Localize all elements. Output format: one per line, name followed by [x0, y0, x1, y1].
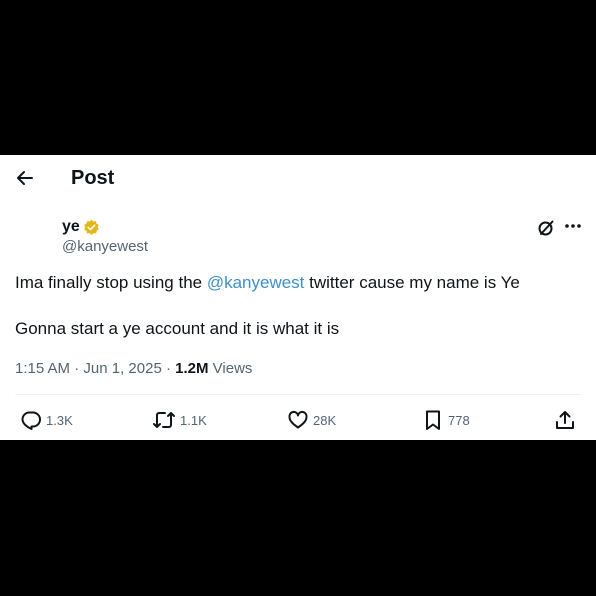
like-count: 28K	[313, 412, 337, 428]
back-arrow-icon	[17, 171, 33, 185]
reply-count: 1.3K	[46, 412, 73, 428]
post-date[interactable]: Jun 1, 2025	[83, 360, 161, 377]
action-bar: 1.3K 1.1K 28K 778	[0, 405, 596, 435]
repost-icon	[153, 412, 175, 428]
post-time[interactable]: 1:15 AM	[15, 360, 70, 377]
author-block[interactable]: ye @kanyewest	[62, 217, 148, 257]
tweet-text-after-mention: twitter cause my name is Ye	[304, 273, 520, 292]
bookmark-icon	[426, 410, 440, 430]
more-icon	[565, 224, 581, 228]
share-button[interactable]	[554, 405, 576, 435]
like-icon	[288, 411, 308, 429]
back-button[interactable]	[12, 165, 38, 191]
tweet-text-before-mention: Ima finally stop using the	[15, 273, 207, 292]
meta-separator-2: ·	[161, 360, 176, 377]
mention-link[interactable]: @kanyewest	[207, 273, 305, 292]
divider	[15, 394, 581, 395]
repost-count: 1.1K	[180, 412, 207, 428]
more-options-button[interactable]	[562, 217, 584, 239]
views-count[interactable]: 1.2M	[175, 360, 208, 377]
author-display-name[interactable]: ye	[62, 217, 80, 237]
tweet-meta: 1:15 AM · Jun 1, 2025 · 1.2M Views	[15, 359, 252, 379]
tweet-line-2: Gonna start a ye account and it is what …	[15, 319, 340, 338]
reply-button[interactable]: 1.3K	[20, 405, 73, 435]
post-card: Post ye @kanyewest Ima finally stop usin	[0, 155, 596, 440]
tweet-line-1: Ima finally stop using the @kanyewest tw…	[15, 272, 585, 294]
author-handle[interactable]: @kanyewest	[62, 237, 148, 257]
grok-icon	[538, 220, 554, 236]
grok-button[interactable]	[535, 217, 557, 239]
post-header: Post	[0, 155, 596, 201]
share-icon	[556, 411, 574, 429]
meta-separator: ·	[70, 360, 84, 377]
repost-button[interactable]: 1.1K	[152, 405, 207, 435]
tweet-text: Ima finally stop using the @kanyewest tw…	[15, 272, 585, 340]
verified-badge-icon	[83, 219, 100, 236]
bookmark-button[interactable]: 778	[422, 405, 470, 435]
page-title: Post	[71, 167, 115, 189]
reply-icon	[21, 411, 41, 430]
like-button[interactable]: 28K	[287, 405, 336, 435]
views-label: Views	[208, 360, 253, 377]
bookmark-count: 778	[448, 412, 470, 428]
